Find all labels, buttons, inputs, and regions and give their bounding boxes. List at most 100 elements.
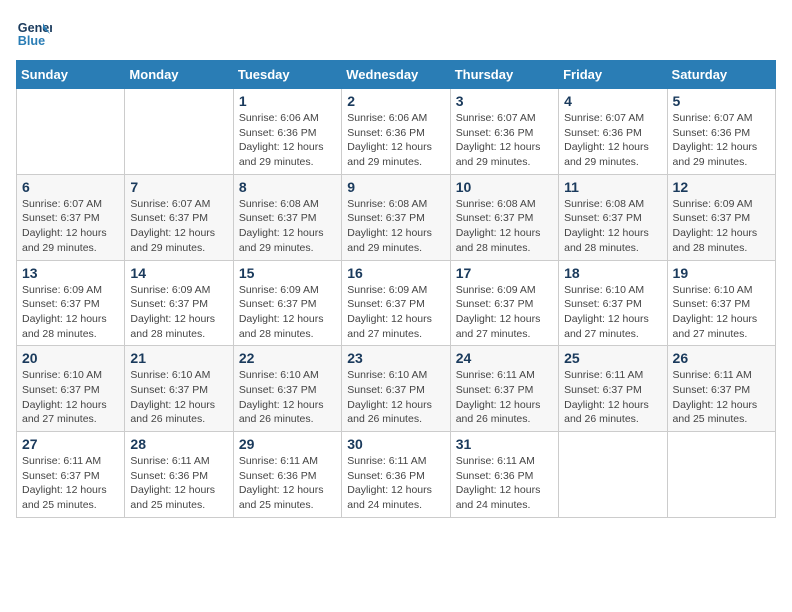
weekday-header-cell: Friday	[559, 61, 667, 89]
calendar-cell	[667, 432, 775, 518]
header: General Blue	[16, 16, 776, 52]
calendar-cell: 15 Sunrise: 6:09 AMSunset: 6:37 PMDayligh…	[233, 260, 341, 346]
calendar-cell: 9Sunrise: 6:08 AMSunset: 6:37 PMDaylight…	[342, 174, 450, 260]
day-number: 26	[673, 350, 770, 366]
calendar-cell: 11Sunrise: 6:08 AMSunset: 6:37 PMDayligh…	[559, 174, 667, 260]
day-number: 7	[130, 179, 227, 195]
weekday-header-cell: Thursday	[450, 61, 558, 89]
day-number: 2	[347, 93, 444, 109]
day-number: 5	[673, 93, 770, 109]
calendar-cell: 12 Sunrise: 6:09 AMSunset: 6:37 PMDayligh…	[667, 174, 775, 260]
day-number: 18	[564, 265, 661, 281]
day-info: Sunrise: 6:07 AMSunset: 6:36 PMDaylight:…	[456, 111, 553, 170]
day-number: 14	[130, 265, 227, 281]
day-number: 29	[239, 436, 336, 452]
day-info: Sunrise: 6:11 AMSunset: 6:36 PMDaylight:…	[130, 454, 227, 513]
day-number: 10	[456, 179, 553, 195]
day-number: 30	[347, 436, 444, 452]
calendar-cell	[125, 89, 233, 175]
day-info: Sunrise: 6:08 AMSunset: 6:37 PMDaylight:…	[456, 197, 553, 256]
weekday-header-cell: Wednesday	[342, 61, 450, 89]
calendar-week-row: 27 Sunrise: 6:11 AMSunset: 6:37 PMDayligh…	[17, 432, 776, 518]
calendar-cell: 17Sunrise: 6:09 AMSunset: 6:37 PMDayligh…	[450, 260, 558, 346]
day-info: Sunrise: 6:09 AMSunset: 6:37 PMDaylight:…	[347, 283, 444, 342]
calendar-cell: 31 Sunrise: 6:11 AMSunset: 6:36 PMDayligh…	[450, 432, 558, 518]
calendar-cell: 13Sunrise: 6:09 AMSunset: 6:37 PMDayligh…	[17, 260, 125, 346]
calendar-cell: 18 Sunrise: 6:10 AMSunset: 6:37 PMDayligh…	[559, 260, 667, 346]
day-info: Sunrise: 6:11 AMSunset: 6:37 PMDaylight:…	[564, 368, 661, 427]
day-info: Sunrise: 6:11 AMSunset: 6:37 PMDaylight:…	[673, 368, 770, 427]
calendar-cell	[559, 432, 667, 518]
day-number: 19	[673, 265, 770, 281]
calendar-cell: 29 Sunrise: 6:11 AMSunset: 6:36 PMDayligh…	[233, 432, 341, 518]
day-number: 15	[239, 265, 336, 281]
calendar-cell: 3Sunrise: 6:07 AMSunset: 6:36 PMDaylight…	[450, 89, 558, 175]
svg-text:Blue: Blue	[18, 34, 45, 48]
calendar-cell: 28 Sunrise: 6:11 AMSunset: 6:36 PMDayligh…	[125, 432, 233, 518]
calendar-cell: 10 Sunrise: 6:08 AMSunset: 6:37 PMDayligh…	[450, 174, 558, 260]
day-number: 1	[239, 93, 336, 109]
day-info: Sunrise: 6:09 AMSunset: 6:37 PMDaylight:…	[239, 283, 336, 342]
calendar-table: SundayMondayTuesdayWednesdayThursdayFrid…	[16, 60, 776, 518]
logo: General Blue	[16, 16, 52, 52]
day-number: 20	[22, 350, 119, 366]
calendar-cell: 30 Sunrise: 6:11 AMSunset: 6:36 PMDayligh…	[342, 432, 450, 518]
calendar-cell: 14 Sunrise: 6:09 AMSunset: 6:37 PMDayligh…	[125, 260, 233, 346]
day-info: Sunrise: 6:10 AMSunset: 6:37 PMDaylight:…	[347, 368, 444, 427]
calendar-cell: 1 Sunrise: 6:06 AMSunset: 6:36 PMDaylight…	[233, 89, 341, 175]
day-number: 16	[347, 265, 444, 281]
logo-icon: General Blue	[16, 16, 52, 52]
day-info: Sunrise: 6:11 AMSunset: 6:36 PMDaylight:…	[347, 454, 444, 513]
calendar-cell: 6 Sunrise: 6:07 AMSunset: 6:37 PMDaylight…	[17, 174, 125, 260]
day-number: 22	[239, 350, 336, 366]
day-info: Sunrise: 6:06 AMSunset: 6:36 PMDaylight:…	[239, 111, 336, 170]
calendar-cell: 22 Sunrise: 6:10 AMSunset: 6:37 PMDayligh…	[233, 346, 341, 432]
day-info: Sunrise: 6:10 AMSunset: 6:37 PMDaylight:…	[673, 283, 770, 342]
calendar-cell: 20Sunrise: 6:10 AMSunset: 6:37 PMDayligh…	[17, 346, 125, 432]
calendar-cell: 7 Sunrise: 6:07 AMSunset: 6:37 PMDaylight…	[125, 174, 233, 260]
day-info: Sunrise: 6:10 AMSunset: 6:37 PMDaylight:…	[564, 283, 661, 342]
day-number: 12	[673, 179, 770, 195]
day-info: Sunrise: 6:09 AMSunset: 6:37 PMDaylight:…	[22, 283, 119, 342]
day-info: Sunrise: 6:07 AMSunset: 6:37 PMDaylight:…	[22, 197, 119, 256]
calendar-cell: 16 Sunrise: 6:09 AMSunset: 6:37 PMDayligh…	[342, 260, 450, 346]
day-number: 23	[347, 350, 444, 366]
calendar-cell: 23 Sunrise: 6:10 AMSunset: 6:37 PMDayligh…	[342, 346, 450, 432]
day-number: 11	[564, 179, 661, 195]
day-info: Sunrise: 6:11 AMSunset: 6:36 PMDaylight:…	[239, 454, 336, 513]
day-number: 4	[564, 93, 661, 109]
calendar-week-row: 1 Sunrise: 6:06 AMSunset: 6:36 PMDaylight…	[17, 89, 776, 175]
calendar-cell	[17, 89, 125, 175]
day-number: 8	[239, 179, 336, 195]
calendar-cell: 26 Sunrise: 6:11 AMSunset: 6:37 PMDayligh…	[667, 346, 775, 432]
calendar-cell: 24 Sunrise: 6:11 AMSunset: 6:37 PMDayligh…	[450, 346, 558, 432]
day-info: Sunrise: 6:07 AMSunset: 6:36 PMDaylight:…	[673, 111, 770, 170]
calendar-cell: 25 Sunrise: 6:11 AMSunset: 6:37 PMDayligh…	[559, 346, 667, 432]
day-info: Sunrise: 6:09 AMSunset: 6:37 PMDaylight:…	[456, 283, 553, 342]
day-info: Sunrise: 6:09 AMSunset: 6:37 PMDaylight:…	[130, 283, 227, 342]
weekday-header-row: SundayMondayTuesdayWednesdayThursdayFrid…	[17, 61, 776, 89]
calendar-body: 1 Sunrise: 6:06 AMSunset: 6:36 PMDaylight…	[17, 89, 776, 518]
day-number: 31	[456, 436, 553, 452]
calendar-cell: 4Sunrise: 6:07 AMSunset: 6:36 PMDaylight…	[559, 89, 667, 175]
weekday-header-cell: Saturday	[667, 61, 775, 89]
calendar-week-row: 13Sunrise: 6:09 AMSunset: 6:37 PMDayligh…	[17, 260, 776, 346]
day-info: Sunrise: 6:09 AMSunset: 6:37 PMDaylight:…	[673, 197, 770, 256]
day-info: Sunrise: 6:11 AMSunset: 6:36 PMDaylight:…	[456, 454, 553, 513]
day-number: 27	[22, 436, 119, 452]
calendar-cell: 27 Sunrise: 6:11 AMSunset: 6:37 PMDayligh…	[17, 432, 125, 518]
calendar-week-row: 6 Sunrise: 6:07 AMSunset: 6:37 PMDaylight…	[17, 174, 776, 260]
calendar-cell: 5 Sunrise: 6:07 AMSunset: 6:36 PMDaylight…	[667, 89, 775, 175]
day-info: Sunrise: 6:08 AMSunset: 6:37 PMDaylight:…	[239, 197, 336, 256]
day-number: 25	[564, 350, 661, 366]
day-info: Sunrise: 6:10 AMSunset: 6:37 PMDaylight:…	[239, 368, 336, 427]
day-info: Sunrise: 6:11 AMSunset: 6:37 PMDaylight:…	[22, 454, 119, 513]
day-info: Sunrise: 6:07 AMSunset: 6:37 PMDaylight:…	[130, 197, 227, 256]
day-info: Sunrise: 6:11 AMSunset: 6:37 PMDaylight:…	[456, 368, 553, 427]
calendar-cell: 8 Sunrise: 6:08 AMSunset: 6:37 PMDaylight…	[233, 174, 341, 260]
day-number: 28	[130, 436, 227, 452]
day-number: 24	[456, 350, 553, 366]
calendar-cell: 21Sunrise: 6:10 AMSunset: 6:37 PMDayligh…	[125, 346, 233, 432]
calendar-week-row: 20 Sunrise: 6:10 AMSunset: 6:37 PMDayligh…	[17, 346, 776, 432]
day-number: 6	[22, 179, 119, 195]
